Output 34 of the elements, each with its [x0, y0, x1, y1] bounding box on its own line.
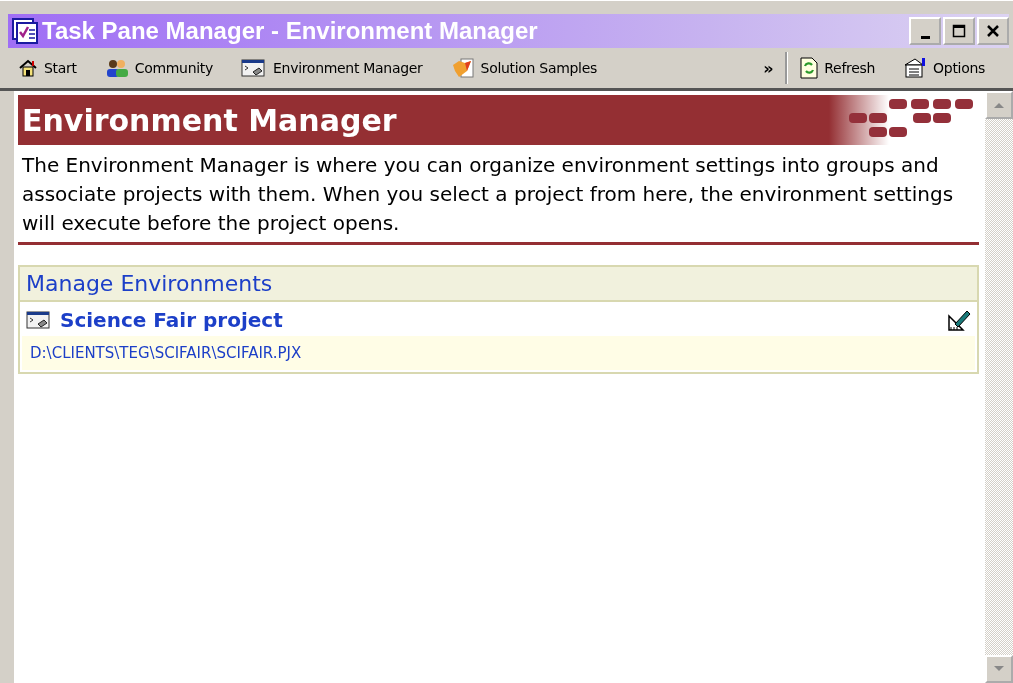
project-path: D:\CLIENTS\TEG\SCIFAIR\SCIFAIR.PJX [22, 336, 975, 370]
project-link[interactable]: Science Fair project [60, 308, 283, 332]
scroll-down-button[interactable] [985, 655, 1013, 683]
toolbar-community-button[interactable]: Community [104, 56, 220, 80]
fox-document-icon [450, 57, 475, 79]
options-icon [903, 57, 928, 79]
description-text: The Environment Manager is where you can organize environment settings into groups and associate projects with them. When you select a project from here, the environment settings will execute before the project opens. [22, 152, 955, 237]
close-icon [986, 24, 1000, 38]
vertical-scrollbar[interactable] [985, 91, 1013, 683]
minimize-button[interactable] [909, 17, 941, 45]
up-arrow-icon [993, 101, 1005, 109]
section-title: Manage Environments [26, 271, 273, 296]
refresh-icon [800, 57, 819, 79]
toolbar-overflow-button[interactable]: » [763, 56, 780, 80]
toolbar-samples-button[interactable]: Solution Samples [450, 55, 604, 81]
house-icon [18, 58, 38, 78]
toolbar-refresh-button[interactable]: Refresh [800, 55, 882, 81]
window-app-icon [12, 18, 38, 44]
window-title: Task Pane Manager - Environment Manager [42, 17, 538, 45]
toolbar-environment-button[interactable]: Environment Manager [241, 56, 429, 80]
console-window-icon [241, 58, 268, 78]
console-window-icon [26, 310, 52, 330]
header-title: Environment Manager [21, 102, 397, 138]
maximize-button[interactable] [943, 17, 975, 45]
scroll-up-button[interactable] [985, 91, 1013, 119]
edit-environment-button[interactable] [947, 308, 971, 332]
down-arrow-icon [993, 665, 1005, 673]
toolbar-options-button[interactable]: Options [903, 55, 991, 81]
close-button[interactable] [977, 17, 1009, 45]
maximize-icon [952, 24, 966, 38]
people-icon [104, 58, 129, 78]
minimize-icon [920, 35, 930, 39]
ruler-pencil-icon [947, 308, 971, 332]
toolbar-start-button[interactable]: Start [18, 56, 83, 80]
